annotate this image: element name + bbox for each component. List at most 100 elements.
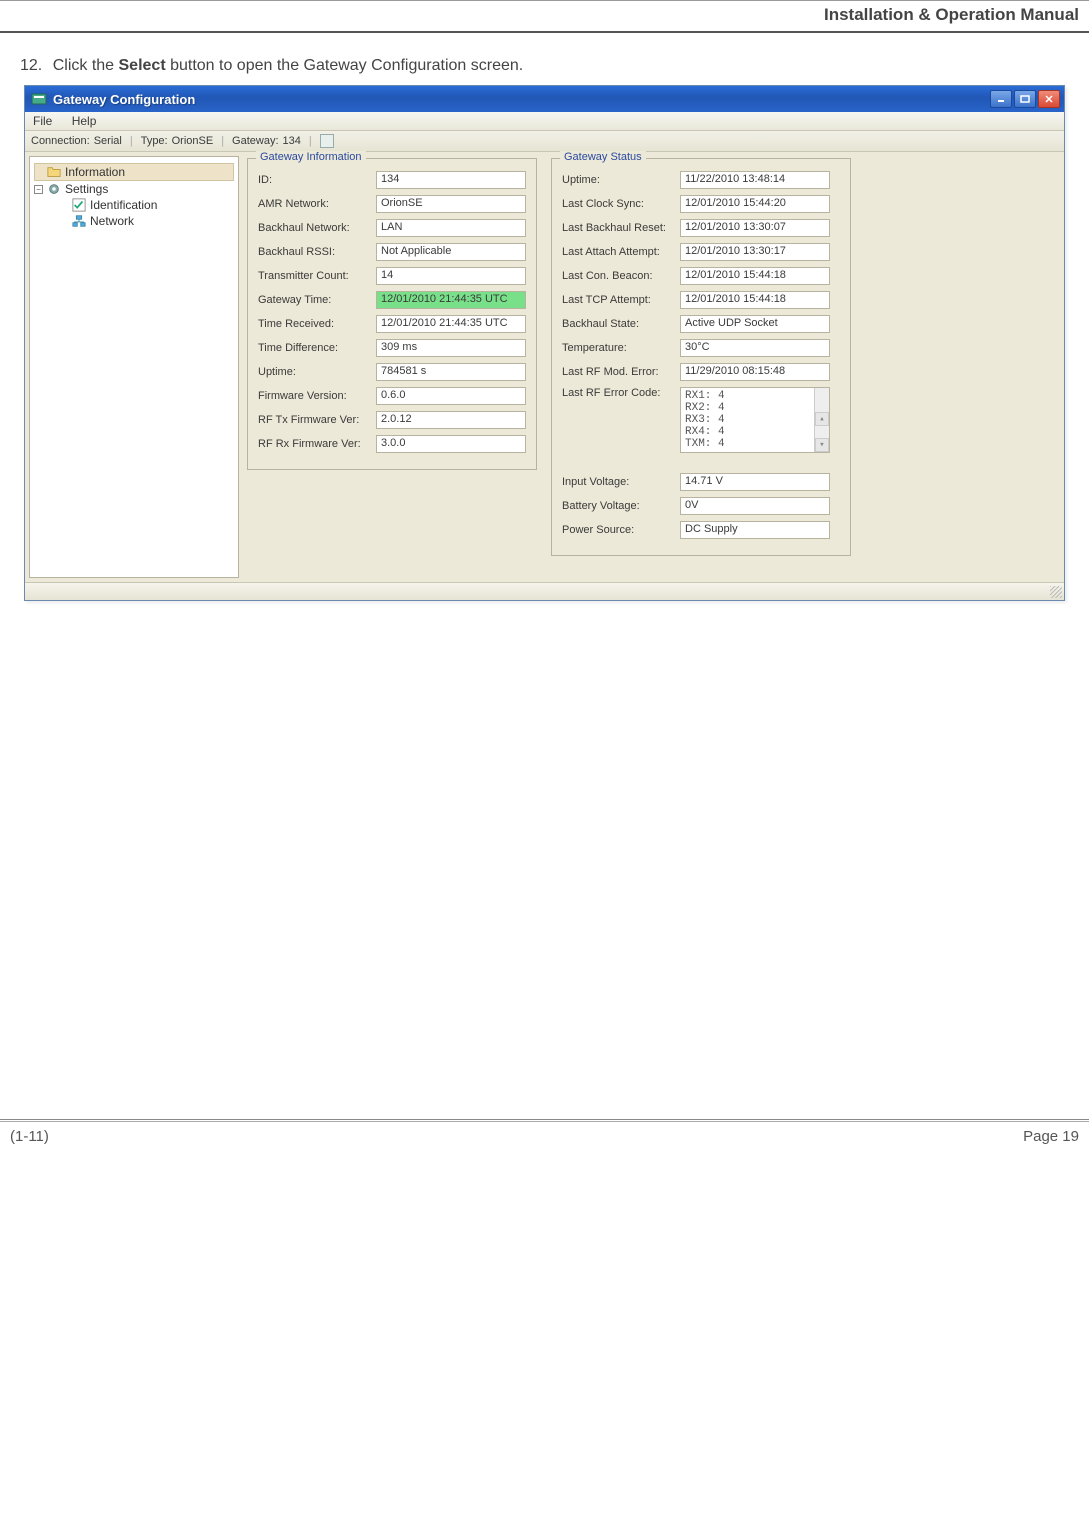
gs-bhstate-row: Backhaul State:Active UDP Socket	[562, 315, 840, 333]
tree-identification[interactable]: Identification	[34, 197, 234, 213]
minimize-button[interactable]	[990, 90, 1012, 108]
gs-pwrsrc-label: Power Source:	[562, 524, 680, 536]
gs-batvolt-value: 0V	[680, 497, 830, 515]
tb-sep-3: |	[309, 135, 312, 147]
gi-uptime-label: Uptime:	[258, 366, 376, 378]
gi-fw-row: Firmware Version:0.6.0	[258, 387, 526, 405]
page-footer: (1-11) Page 19	[0, 1121, 1089, 1145]
footer-right: Page 19	[1023, 1128, 1079, 1145]
gi-amr-row: AMR Network:OrionSE	[258, 195, 526, 213]
folder-icon	[47, 165, 61, 179]
gs-lasttcp-row: Last TCP Attempt:12/01/2010 15:44:18	[562, 291, 840, 309]
gs-involt-value: 14.71 V	[680, 473, 830, 491]
gs-lasttcp-value: 12/01/2010 15:44:18	[680, 291, 830, 309]
tree-settings-label: Settings	[65, 182, 108, 196]
gi-backhaul-rssi-label: Backhaul RSSI:	[258, 246, 376, 258]
main-panel: Gateway Information ID:134 AMR Network:O…	[239, 152, 1064, 582]
gs-lastrfmod-row: Last RF Mod. Error:11/29/2010 08:15:48	[562, 363, 840, 381]
gi-timerecv-label: Time Received:	[258, 318, 376, 330]
gs-pwrsrc-row: Power Source:DC Supply	[562, 521, 840, 539]
gi-timerecv-row: Time Received:12/01/2010 21:44:35 UTC	[258, 315, 526, 333]
gs-bhstate-value: Active UDP Socket	[680, 315, 830, 333]
gateway-information-group: Gateway Information ID:134 AMR Network:O…	[247, 158, 537, 470]
gs-bhstate-label: Backhaul State:	[562, 318, 680, 330]
step-prefix: Click the	[53, 57, 119, 74]
page-header: Installation & Operation Manual	[0, 0, 1089, 33]
gs-involt-label: Input Voltage:	[562, 476, 680, 488]
gs-lasttcp-label: Last TCP Attempt:	[562, 294, 680, 306]
gs-lastbhreset-row: Last Backhaul Reset:12/01/2010 13:30:07	[562, 219, 840, 237]
app-window: Gateway Configuration File Help Connecti…	[24, 85, 1065, 601]
gs-uptime-value: 11/22/2010 13:48:14	[680, 171, 830, 189]
gs-uptime-row: Uptime:11/22/2010 13:48:14	[562, 171, 840, 189]
titlebar[interactable]: Gateway Configuration	[25, 86, 1064, 112]
gi-backhaul-net-row: Backhaul Network:LAN	[258, 219, 526, 237]
tree-identification-label: Identification	[90, 198, 157, 212]
gi-rfrx-value: 3.0.0	[376, 435, 526, 453]
tb-type-value: OrionSE	[172, 135, 214, 147]
gs-temp-label: Temperature:	[562, 342, 680, 354]
gi-rftx-label: RF Tx Firmware Ver:	[258, 414, 376, 426]
gi-rfrx-row: RF Rx Firmware Ver:3.0.0	[258, 435, 526, 453]
gs-uptime-label: Uptime:	[562, 174, 680, 186]
close-button[interactable]	[1038, 90, 1060, 108]
gs-pwrsrc-value: DC Supply	[680, 521, 830, 539]
gs-temp-value: 30°C	[680, 339, 830, 357]
gi-backhaul-net-label: Backhaul Network:	[258, 222, 376, 234]
gi-fw-value: 0.6.0	[376, 387, 526, 405]
refresh-icon[interactable]	[320, 134, 334, 148]
gi-rftx-row: RF Tx Firmware Ver:2.0.12	[258, 411, 526, 429]
gs-lastrfcode-value[interactable]: RX1: 4 RX2: 4 RX3: 4 RX4: 4 TXM: 4 ▴ ▾	[680, 387, 830, 453]
gi-txcount-label: Transmitter Count:	[258, 270, 376, 282]
tree-information-label: Information	[65, 165, 125, 179]
content-area: Information − Settings Identification Ne…	[25, 152, 1064, 582]
gateway-status-legend: Gateway Status	[560, 151, 646, 163]
gi-uptime-value: 784581 s	[376, 363, 526, 381]
gi-txcount-value: 14	[376, 267, 526, 285]
instruction-step: 12. Click the Select button to open the …	[20, 57, 1069, 75]
gs-lastattach-value: 12/01/2010 13:30:17	[680, 243, 830, 261]
tb-connection-value: Serial	[94, 135, 122, 147]
gs-lastbhreset-label: Last Backhaul Reset:	[562, 222, 680, 234]
gateway-status-group: Gateway Status Uptime:11/22/2010 13:48:1…	[551, 158, 851, 556]
gs-temp-row: Temperature:30°C	[562, 339, 840, 357]
tb-gateway-value: 134	[283, 135, 301, 147]
step-bold: Select	[119, 57, 166, 74]
tree-network[interactable]: Network	[34, 213, 234, 229]
maximize-button[interactable]	[1014, 90, 1036, 108]
gateway-info-legend: Gateway Information	[256, 151, 366, 163]
tree-toggle-icon[interactable]: −	[34, 185, 43, 194]
tree-information[interactable]: Information	[34, 163, 234, 181]
gs-lastrfcode-label: Last RF Error Code:	[562, 387, 680, 399]
gi-id-row: ID:134	[258, 171, 526, 189]
tb-sep-2: |	[221, 135, 224, 147]
gi-rftx-value: 2.0.12	[376, 411, 526, 429]
gs-lastbeacon-value: 12/01/2010 15:44:18	[680, 267, 830, 285]
gi-rfrx-label: RF Rx Firmware Ver:	[258, 438, 376, 450]
scroll-up-icon[interactable]: ▴	[815, 412, 829, 426]
gi-timerecv-value: 12/01/2010 21:44:35 UTC	[376, 315, 526, 333]
doc-title: Installation & Operation Manual	[824, 5, 1079, 24]
nav-tree: Information − Settings Identification Ne…	[29, 156, 239, 578]
gi-gwtime-row: Gateway Time:12/01/2010 21:44:35 UTC	[258, 291, 526, 309]
gear-icon	[47, 182, 61, 196]
menu-file[interactable]: File	[33, 114, 52, 128]
resize-grip-icon[interactable]	[1050, 586, 1062, 598]
gs-lastbeacon-label: Last Con. Beacon:	[562, 270, 680, 282]
gi-gwtime-value: 12/01/2010 21:44:35 UTC	[376, 291, 526, 309]
gi-timediff-value: 309 ms	[376, 339, 526, 357]
window-buttons	[990, 90, 1060, 108]
gs-lastrfmod-value: 11/29/2010 08:15:48	[680, 363, 830, 381]
tb-gateway-label: Gateway:	[232, 135, 278, 147]
tb-connection-label: Connection:	[31, 135, 90, 147]
gi-backhaul-rssi-value: Not Applicable	[376, 243, 526, 261]
tree-settings[interactable]: − Settings	[34, 181, 234, 197]
gs-lastbeacon-row: Last Con. Beacon:12/01/2010 15:44:18	[562, 267, 840, 285]
menu-help[interactable]: Help	[72, 114, 97, 128]
gs-lastrfmod-label: Last RF Mod. Error:	[562, 366, 680, 378]
textarea-scrollbar[interactable]: ▴ ▾	[814, 388, 829, 452]
gs-lastclock-row: Last Clock Sync:12/01/2010 15:44:20	[562, 195, 840, 213]
gi-amr-label: AMR Network:	[258, 198, 376, 210]
tb-type-label: Type:	[141, 135, 168, 147]
scroll-down-icon[interactable]: ▾	[815, 438, 829, 452]
